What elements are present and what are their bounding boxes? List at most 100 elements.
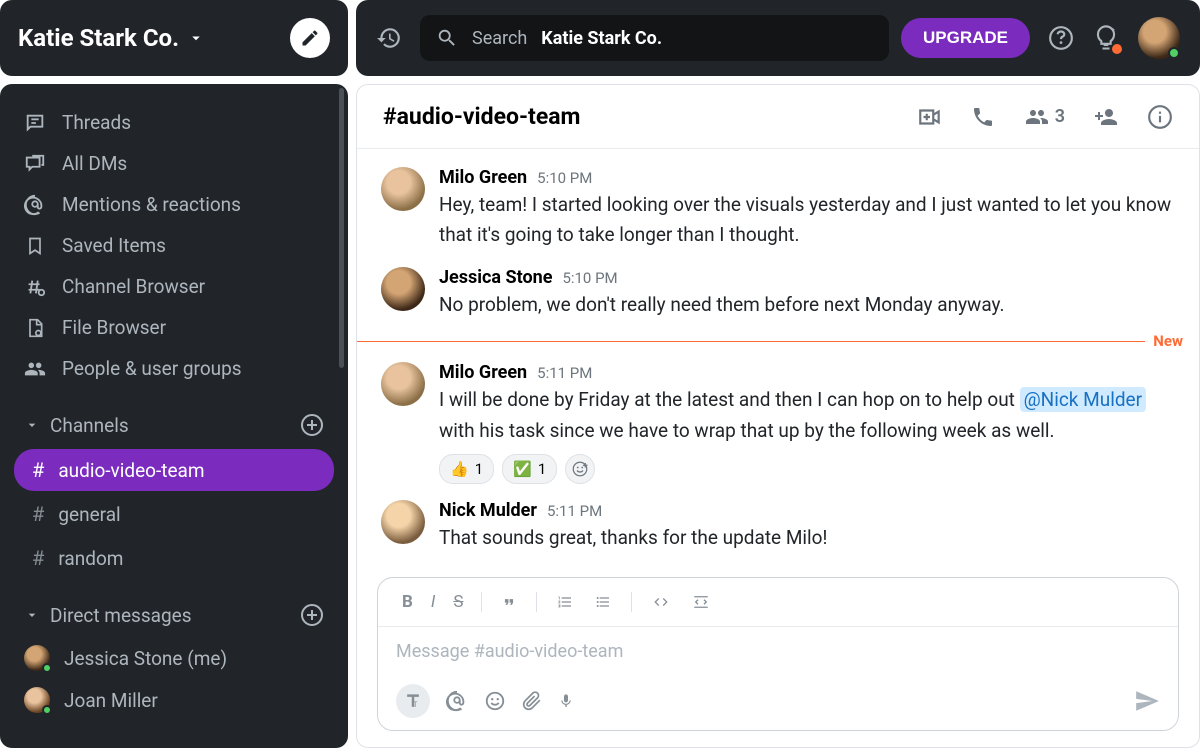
add-people-button[interactable] xyxy=(1093,105,1119,129)
code-block-icon xyxy=(690,593,712,611)
italic-button[interactable]: I xyxy=(425,588,441,616)
compose-button[interactable] xyxy=(290,18,330,58)
channel-name: audio-video-team xyxy=(58,459,204,482)
nav-channel-browser[interactable]: Channel Browser xyxy=(8,266,340,307)
code-icon xyxy=(650,594,672,610)
message-author[interactable]: Jessica Stone xyxy=(439,267,552,288)
reaction-thumbs-up[interactable]: 👍 1 xyxy=(439,454,494,484)
reactions: 👍 1 ✅ 1 xyxy=(439,454,1175,484)
scrollbar[interactable] xyxy=(339,88,344,368)
ordered-list-button[interactable] xyxy=(549,590,581,614)
status-indicator xyxy=(42,705,52,715)
video-plus-icon xyxy=(917,104,943,130)
new-messages-divider: New xyxy=(357,332,1199,350)
paperclip-icon xyxy=(522,690,542,712)
dms-section-header[interactable]: Direct messages xyxy=(8,593,340,637)
channel-title[interactable]: #audio-video-team xyxy=(383,103,889,130)
nav-all-dms[interactable]: All DMs xyxy=(8,143,340,184)
add-reaction-button[interactable] xyxy=(565,454,595,484)
message: Nick Mulder 5:11 PM That sounds great, t… xyxy=(357,492,1199,561)
composer-toolbar: B I S xyxy=(378,578,1178,627)
message-time: 5:10 PM xyxy=(537,169,592,187)
hash-icon: # xyxy=(32,458,44,482)
nav-people[interactable]: People & user groups xyxy=(8,348,340,389)
search-bar[interactable]: Search Katie Stark Co. xyxy=(420,15,889,61)
dm-name: Jessica Stone (me) xyxy=(64,647,227,670)
message-list: Milo Green 5:10 PM Hey, team! I started … xyxy=(357,149,1199,571)
message-time: 5:10 PM xyxy=(562,269,617,287)
at-icon xyxy=(24,194,46,216)
history-icon xyxy=(376,25,402,51)
avatar[interactable] xyxy=(381,362,425,406)
channels-section-header[interactable]: Channels xyxy=(8,403,340,447)
avatar[interactable] xyxy=(381,167,425,211)
history-button[interactable] xyxy=(376,25,402,51)
video-call-button[interactable] xyxy=(917,104,943,130)
mention-button[interactable] xyxy=(446,690,468,712)
composer-actions: T xyxy=(378,676,1178,730)
code-block-button[interactable] xyxy=(684,589,718,615)
reaction-check[interactable]: ✅ 1 xyxy=(502,454,557,484)
nav-label: Mentions & reactions xyxy=(62,193,241,216)
code-button[interactable] xyxy=(644,590,678,614)
nav-mentions[interactable]: Mentions & reactions xyxy=(8,184,340,225)
members-button[interactable]: 3 xyxy=(1023,105,1065,129)
avatar xyxy=(24,687,50,713)
message-author[interactable]: Milo Green xyxy=(439,167,527,188)
format-toggle-button[interactable]: T xyxy=(396,684,430,718)
reaction-count: 1 xyxy=(538,460,546,478)
search-target: Katie Stark Co. xyxy=(541,28,662,49)
dm-name: Joan Miller xyxy=(64,689,158,712)
reaction-count: 1 xyxy=(475,460,483,478)
nav-label: Threads xyxy=(62,111,131,134)
send-icon xyxy=(1134,688,1160,714)
person-add-icon xyxy=(1093,105,1119,129)
avatar[interactable] xyxy=(381,267,425,311)
strikethrough-button[interactable]: S xyxy=(447,588,469,616)
search-prefix: Search xyxy=(472,28,527,49)
nav-label: Channel Browser xyxy=(62,275,205,298)
help-icon xyxy=(1048,25,1074,51)
message-author[interactable]: Milo Green xyxy=(439,362,527,383)
channel-info-button[interactable] xyxy=(1147,104,1173,130)
nav-label: People & user groups xyxy=(62,357,242,380)
message: Milo Green 5:11 PM I will be done by Fri… xyxy=(357,354,1199,492)
dm-joan-miller[interactable]: Joan Miller xyxy=(8,679,340,721)
hash-icon: # xyxy=(32,502,44,526)
workspace-switcher[interactable]: Katie Stark Co. xyxy=(18,24,278,52)
channel-random[interactable]: # random xyxy=(14,537,334,579)
status-indicator xyxy=(1168,47,1180,59)
avatar[interactable] xyxy=(381,500,425,544)
attach-button[interactable] xyxy=(522,690,542,712)
message-input[interactable]: Message #audio-video-team xyxy=(378,627,1178,676)
nav-label: File Browser xyxy=(62,316,166,339)
nav-saved[interactable]: Saved Items xyxy=(8,225,340,266)
hash-icon: # xyxy=(32,546,44,570)
send-button[interactable] xyxy=(1134,688,1160,714)
channel-audio-video-team[interactable]: # audio-video-team xyxy=(14,449,334,491)
nav-label: All DMs xyxy=(62,152,127,175)
user-avatar[interactable] xyxy=(1138,17,1180,59)
message-text: No problem, we don't really need them be… xyxy=(439,290,1175,320)
unordered-list-button[interactable] xyxy=(587,590,619,614)
audio-record-button[interactable] xyxy=(558,690,574,712)
upgrade-button[interactable]: UPGRADE xyxy=(901,18,1030,58)
add-dm-icon[interactable] xyxy=(300,603,324,627)
emoji: ✅ xyxy=(513,460,532,478)
nav-file-browser[interactable]: File Browser xyxy=(8,307,340,348)
help-button[interactable] xyxy=(1048,25,1074,51)
mention[interactable]: @Nick Mulder xyxy=(1020,387,1146,412)
channel-header: #audio-video-team 3 xyxy=(357,85,1199,149)
add-channel-icon[interactable] xyxy=(300,413,324,437)
phone-call-button[interactable] xyxy=(971,105,995,129)
whats-new-button[interactable] xyxy=(1092,24,1120,52)
bold-button[interactable]: B xyxy=(396,588,419,616)
channel-general[interactable]: # general xyxy=(14,493,334,535)
emoji-button[interactable] xyxy=(484,690,506,712)
top-bar: Search Katie Stark Co. UPGRADE xyxy=(356,0,1200,76)
nav-threads[interactable]: Threads xyxy=(8,102,340,143)
message-author[interactable]: Nick Mulder xyxy=(439,500,537,521)
blockquote-button[interactable] xyxy=(494,591,524,613)
channel-name: random xyxy=(58,547,123,570)
dm-jessica-stone[interactable]: Jessica Stone (me) xyxy=(8,637,340,679)
